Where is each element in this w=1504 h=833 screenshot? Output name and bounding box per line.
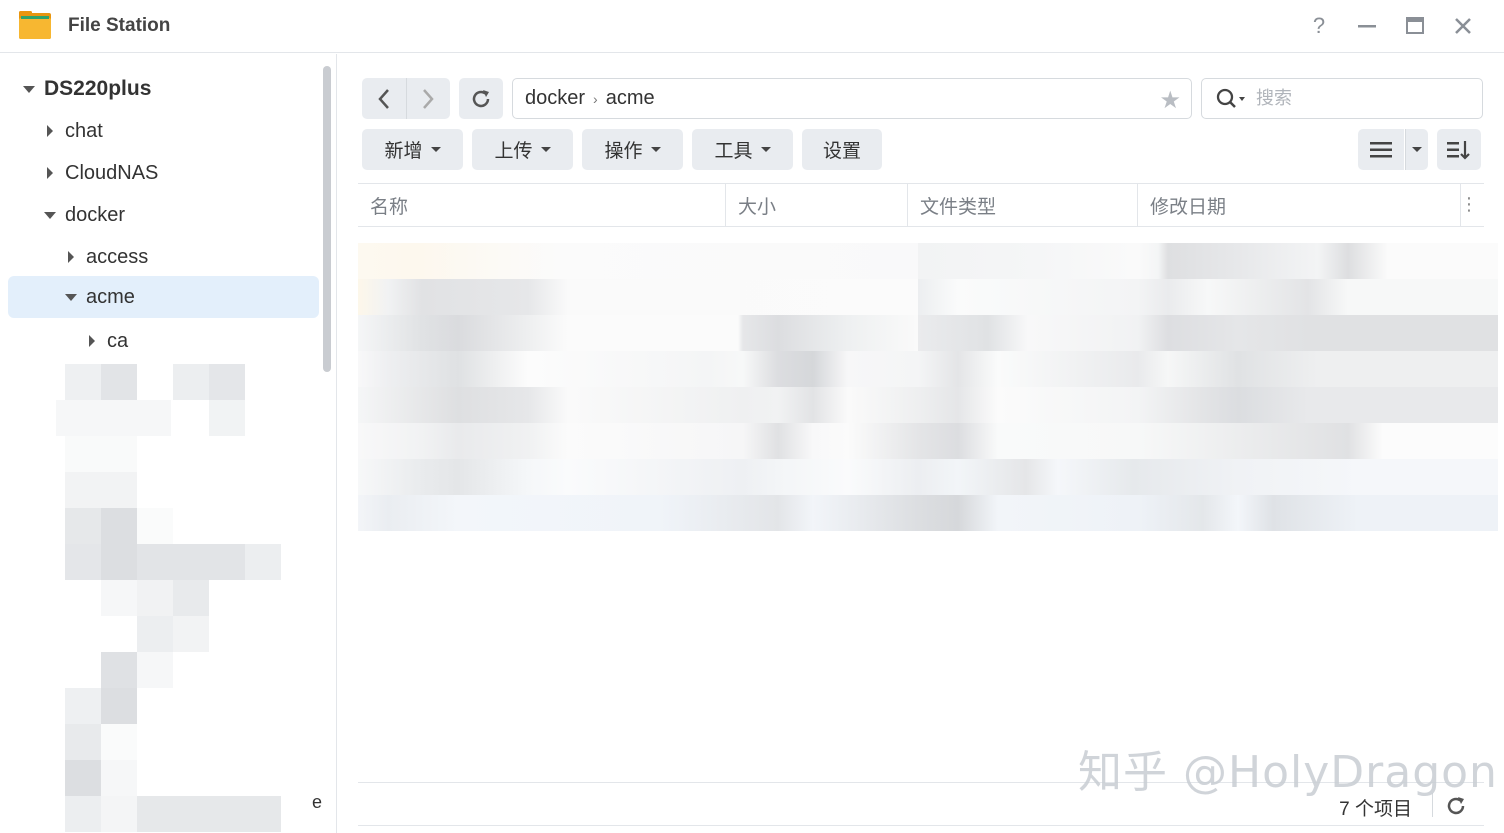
- table-row[interactable]: [358, 459, 1498, 495]
- table-row[interactable]: [358, 315, 1498, 351]
- redacted-file-list: [0, 0, 1504, 833]
- table-row[interactable]: [358, 423, 1498, 459]
- watermark: 知乎 @HolyDragon: [1078, 747, 1498, 798]
- table-row[interactable]: [358, 243, 1498, 279]
- table-row[interactable]: [358, 351, 1498, 387]
- table-row[interactable]: [358, 387, 1498, 423]
- table-row[interactable]: [358, 279, 1498, 315]
- table-row[interactable]: [358, 495, 1498, 531]
